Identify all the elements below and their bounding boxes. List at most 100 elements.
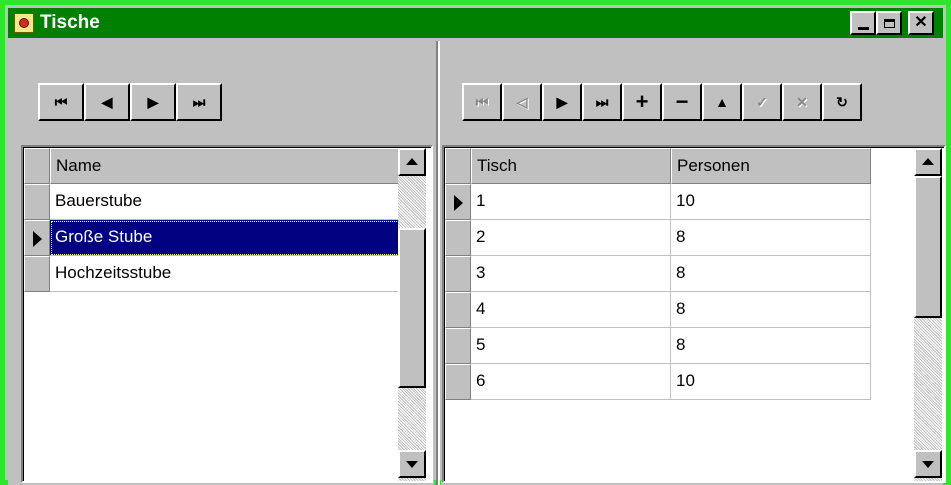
cell-personen[interactable]: 8 [671, 220, 871, 256]
scroll-up-button[interactable] [914, 148, 942, 176]
scroll-down-button[interactable] [914, 450, 942, 478]
table-row[interactable]: 6 10 [445, 364, 871, 400]
rooms-scrollbar[interactable] [398, 148, 426, 481]
table-row[interactable]: 48 [445, 292, 871, 328]
table-row[interactable]: 38 [445, 256, 871, 292]
rooms-grid-body: Name Bauerstube Große Stube Hochzeitsstube [23, 147, 431, 481]
nav-last-button[interactable]: ⏭ [176, 83, 222, 121]
app-icon-mark [19, 18, 29, 28]
nav-post-icon: ✓ [756, 93, 768, 110]
scroll-down-icon [406, 461, 418, 468]
nav-prior-button[interactable]: ◀ [84, 83, 130, 121]
rooms-header-row: Name [24, 148, 400, 184]
cell-personen[interactable]: 8 [671, 292, 871, 328]
table-row[interactable]: Hochzeitsstube [24, 256, 400, 292]
row-indicator[interactable] [445, 292, 471, 328]
tables-grid[interactable]: Tisch Personen 1 10 2 8 3 8 4 8 5 8 6 10 [442, 145, 946, 483]
row-indicator[interactable] [445, 364, 471, 400]
window: Tische ✕ ⏮ ◀ ▶ ⏭ Name Bauerstube Große Stube… [0, 0, 951, 485]
nav-prior-icon: ◀ [101, 93, 113, 110]
row-indicator[interactable] [24, 256, 50, 292]
nav-last-icon: ⏭ [595, 93, 609, 110]
row-indicator[interactable] [445, 256, 471, 292]
nav-delete-button[interactable]: − [662, 83, 702, 121]
nav-refresh-button[interactable]: ↻ [822, 83, 862, 121]
table-row[interactable]: 1 10 [445, 184, 871, 220]
row-indicator[interactable] [24, 184, 50, 220]
column-header-tisch[interactable]: Tisch [471, 148, 671, 184]
nav-first-icon: ⏮ [54, 93, 68, 110]
nav-next-icon: ▶ [147, 93, 159, 110]
scroll-down-button[interactable] [398, 450, 426, 478]
rooms-header-indicator [24, 148, 50, 184]
row-indicator[interactable] [445, 328, 471, 364]
tables-header-row: Tisch Personen [445, 148, 871, 184]
splitter[interactable] [436, 41, 440, 485]
cell-name[interactable]: Bauerstube [50, 184, 400, 220]
window-title: Tische [40, 12, 100, 33]
table-row[interactable]: 28 [445, 220, 871, 256]
cell-personen[interactable]: 8 [671, 328, 871, 364]
nav-post-button[interactable]: ✓ [742, 83, 782, 121]
cell-personen[interactable]: 8 [671, 256, 871, 292]
scroll-up-icon [922, 158, 934, 165]
table-row[interactable]: 58 [445, 328, 871, 364]
cell-name[interactable]: Hochzeitsstube [50, 256, 400, 292]
nav-refresh-icon: ↻ [836, 93, 848, 110]
cell-tisch[interactable]: 5 [471, 328, 671, 364]
nav-first-icon: ⏮ [475, 93, 489, 110]
cell-tisch[interactable]: 6 [471, 364, 671, 400]
maximize-icon [883, 18, 895, 28]
column-header-name[interactable]: Name [50, 148, 400, 184]
row-indicator[interactable] [445, 184, 471, 220]
nav-first-button[interactable]: ⏮ [462, 83, 502, 121]
current-row-icon [33, 231, 42, 247]
nav-first-button[interactable]: ⏮ [38, 83, 84, 121]
scroll-down-icon [922, 461, 934, 468]
scroll-thumb[interactable] [398, 228, 426, 388]
nav-cancel-icon: ✕ [796, 93, 808, 110]
minimize-button[interactable] [850, 11, 876, 35]
nav-next-icon: ▶ [556, 93, 568, 110]
nav-insert-icon: + [635, 89, 649, 114]
cell-personen[interactable]: 10 [671, 364, 871, 400]
scroll-thumb[interactable] [914, 176, 942, 318]
row-indicator[interactable] [445, 220, 471, 256]
nav-last-button[interactable]: ⏭ [582, 83, 622, 121]
cell-tisch[interactable]: 4 [471, 292, 671, 328]
cell-tisch[interactable]: 2 [471, 220, 671, 256]
column-header-personen[interactable]: Personen [671, 148, 871, 184]
row-indicator[interactable] [24, 220, 50, 256]
tables-scrollbar[interactable] [914, 148, 942, 481]
app-icon[interactable] [14, 13, 34, 33]
close-button[interactable]: ✕ [908, 11, 934, 35]
nav-prior-icon: ◁ [516, 93, 528, 110]
minimize-icon [857, 26, 869, 30]
cell-tisch[interactable]: 3 [471, 256, 671, 292]
nav-edit-icon: ▲ [715, 94, 729, 110]
cell-personen[interactable]: 10 [671, 184, 871, 220]
right-panel: ⏮ ◁ ▶ ⏭ + − ▲ ✓ ✕ ↻ Tisch Personen 1 10 2 8 3 8 4 8 5 8 6 10 [441, 41, 946, 485]
cell-tisch[interactable]: 1 [471, 184, 671, 220]
tables-navigator: ⏮ ◁ ▶ ⏭ + − ▲ ✓ ✕ ↻ [462, 83, 862, 121]
rooms-grid[interactable]: Name Bauerstube Große Stube Hochzeitsstube [21, 145, 433, 483]
tables-grid-body: Tisch Personen 1 10 2 8 3 8 4 8 5 8 6 10 [444, 147, 944, 481]
maximize-button[interactable] [876, 11, 902, 35]
scroll-up-button[interactable] [398, 148, 426, 176]
nav-delete-icon: − [675, 89, 689, 114]
nav-last-icon: ⏭ [192, 93, 206, 110]
nav-next-button[interactable]: ▶ [130, 83, 176, 121]
nav-insert-button[interactable]: + [622, 83, 662, 121]
close-icon: ✕ [914, 14, 928, 31]
nav-edit-button[interactable]: ▲ [702, 83, 742, 121]
nav-next-button[interactable]: ▶ [542, 83, 582, 121]
nav-cancel-button[interactable]: ✕ [782, 83, 822, 121]
table-row[interactable]: Bauerstube [24, 184, 400, 220]
tables-header-indicator [445, 148, 471, 184]
table-row[interactable]: Große Stube [24, 220, 400, 256]
current-row-icon [454, 195, 463, 211]
cell-name[interactable]: Große Stube [50, 220, 400, 256]
scroll-up-icon [406, 158, 418, 165]
nav-prior-button[interactable]: ◁ [502, 83, 542, 121]
title-bar[interactable]: Tische ✕ [8, 8, 943, 38]
